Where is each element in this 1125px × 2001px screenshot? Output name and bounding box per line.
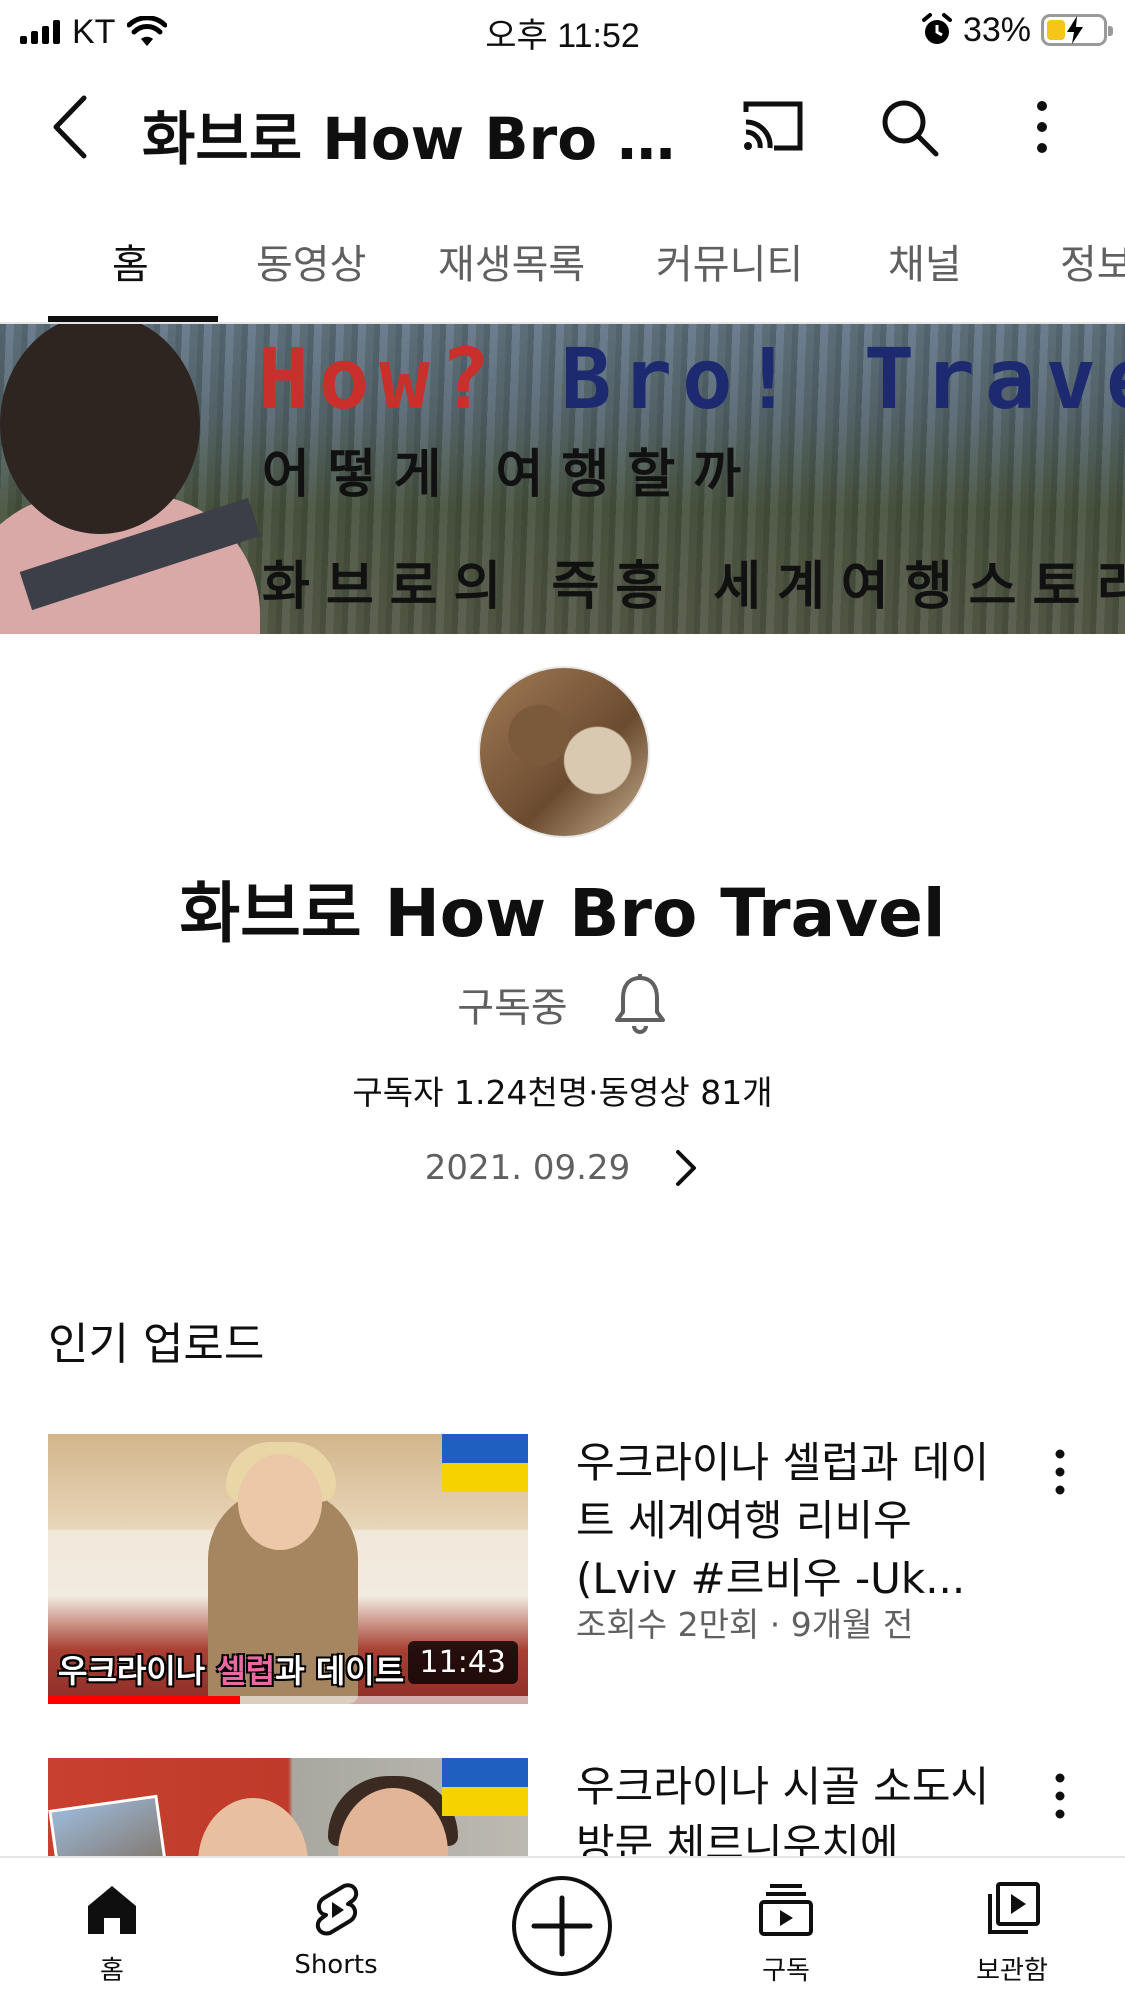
- active-tab-indicator: [48, 316, 218, 322]
- channel-name: 화브로 How Bro Travel: [179, 875, 946, 952]
- subscribe-row: 구독중: [0, 972, 1125, 1036]
- ukraine-flag-icon: [442, 1434, 528, 1492]
- subscriptions-icon: [759, 1884, 813, 1936]
- back-arrow-icon[interactable]: [40, 92, 100, 162]
- search-icon[interactable]: [878, 96, 940, 158]
- library-icon: [988, 1882, 1040, 1934]
- tab-about[interactable]: 정보: [1060, 232, 1125, 290]
- status-right: 33%: [921, 10, 1113, 50]
- video-duration: 11:43: [407, 1641, 518, 1684]
- tab-community[interactable]: 커뮤니티: [656, 232, 803, 290]
- create-button[interactable]: [512, 1876, 612, 1976]
- nav-shorts[interactable]: Shorts: [236, 1858, 436, 2001]
- notification-bell-icon[interactable]: [612, 972, 668, 1036]
- banner-person-image: [0, 324, 261, 634]
- channel-stats: 구독자 1.24천명·동영상 81개: [352, 1073, 773, 1112]
- tab-videos[interactable]: 동영상: [256, 232, 366, 290]
- app-bar: 화브로 How Bro Travel: [0, 62, 1125, 192]
- channel-date: 2021. 09.29: [424, 1148, 631, 1188]
- tab-playlists[interactable]: 재생목록: [438, 232, 585, 290]
- more-vertical-icon[interactable]: [1042, 1444, 1078, 1500]
- watch-progress-bar: [48, 1696, 240, 1704]
- battery-icon: [1041, 14, 1113, 46]
- channel-tabs: 홈 동영상 재생목록 커뮤니티 채널 정보: [0, 192, 1125, 324]
- status-bar: KT 오후 11:52 33%: [0, 0, 1125, 62]
- battery-percent: 33%: [962, 10, 1031, 49]
- create-plus-icon: [531, 1895, 593, 1957]
- shorts-icon: [315, 1883, 359, 1936]
- subscribed-button[interactable]: 구독중: [457, 975, 567, 1033]
- video-item[interactable]: 우크라이나 셀럽과 데이트 11:43 우크라이나 셀럽과 데이트 세계여행 리…: [48, 1434, 1078, 1714]
- nav-label: Shorts: [294, 1950, 378, 1980]
- app-title: 화브로 How Bro Travel: [142, 105, 702, 173]
- video-title[interactable]: 우크라이나 셀럽과 데이트 세계여행 리비우 (Lviv #르비우 -Uk...: [576, 1434, 996, 1608]
- channel-avatar[interactable]: [478, 666, 650, 838]
- banner-tagline: 화브로의 즉흥 세계여행스토리: [262, 557, 1125, 617]
- alarm-icon: [921, 13, 952, 44]
- more-vertical-icon[interactable]: [1042, 1768, 1078, 1824]
- channel-date-row[interactable]: 2021. 09.29: [0, 1146, 1125, 1190]
- home-icon: [88, 1886, 136, 1934]
- nav-label: 보관함: [976, 1956, 1048, 1986]
- nav-library[interactable]: 보관함: [912, 1858, 1112, 2001]
- video-meta: 조회수 2만회 · 9개월 전: [576, 1605, 914, 1644]
- chevron-right-icon[interactable]: [670, 1146, 700, 1190]
- nav-label: 구독: [762, 1956, 810, 1986]
- ukraine-flag-icon: [442, 1758, 528, 1816]
- video-thumbnail[interactable]: 우크라이나 셀럽과 데이트 11:43: [48, 1434, 528, 1704]
- section-title-popular: 인기 업로드: [48, 1319, 265, 1370]
- nav-subscriptions[interactable]: 구독: [686, 1858, 886, 2001]
- bottom-nav: 홈 Shorts 구독 보관함: [0, 1856, 1125, 2001]
- tab-home[interactable]: 홈: [112, 232, 149, 290]
- channel-banner: How? Bro! Travel 어떻게 여행할까 화브로의 즉흥 세계여행스토…: [0, 324, 1125, 634]
- banner-headline: How? Bro! Travel: [258, 330, 1125, 428]
- cast-icon[interactable]: [740, 96, 806, 156]
- nav-label: 홈: [100, 1956, 124, 1986]
- tab-channels[interactable]: 채널: [888, 232, 962, 290]
- more-vertical-icon[interactable]: [1024, 96, 1060, 158]
- nav-home[interactable]: 홈: [12, 1858, 212, 2001]
- thumbnail-caption: 우크라이나 셀럽과 데이트: [58, 1652, 405, 1690]
- banner-subtitle: 어떻게 여행할까: [262, 445, 759, 505]
